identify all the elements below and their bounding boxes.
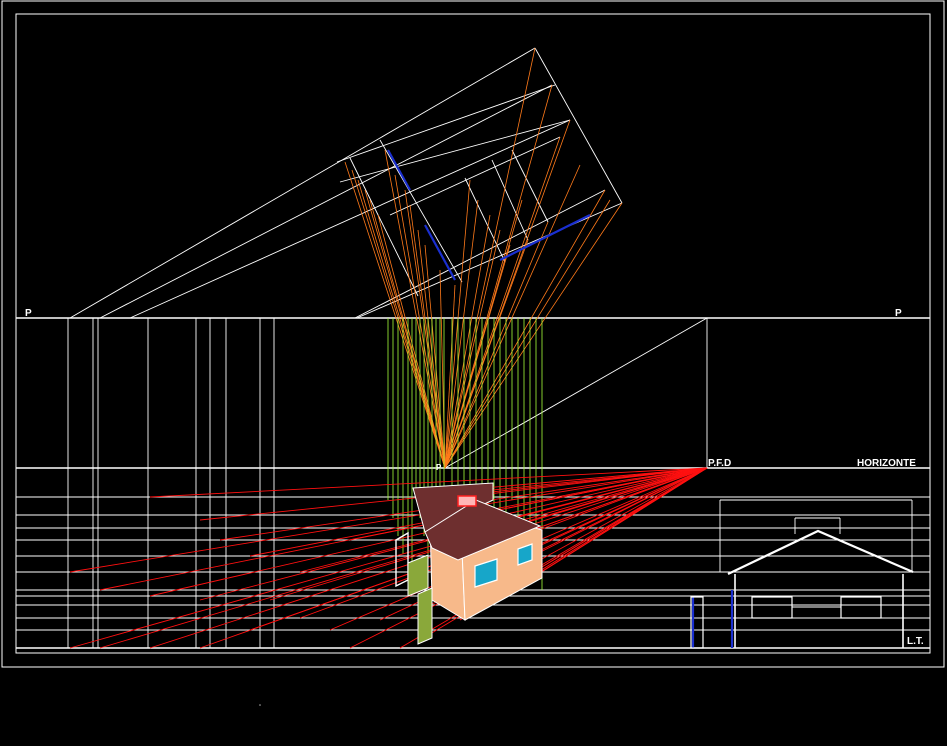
plan-edge: [129, 119, 571, 319]
orange-projector: [444, 189, 606, 469]
fence-panel-icon: [417, 587, 433, 645]
label-p-left: P: [25, 308, 32, 319]
orange-projector: [444, 229, 501, 469]
plan-edge: [336, 84, 556, 163]
label-p-right: P: [895, 308, 902, 319]
plan-inner-wall: [464, 177, 506, 263]
orange-projector: [417, 229, 446, 469]
stray-dot: [259, 704, 261, 706]
elevation-window-icon: [840, 596, 882, 619]
elevation-roof-outline: [727, 529, 914, 575]
plan-outline: [69, 47, 536, 319]
chimney-icon: [457, 495, 477, 507]
perspective-drawing: P P P.F.D HORIZONTE L.T. P: [1, 0, 945, 706]
label-lt: L.T.: [907, 636, 924, 647]
plan-inner-wall: [349, 157, 419, 297]
plan-inner-wall: [379, 139, 463, 283]
diagonal-construction: [444, 317, 708, 469]
plan-edge: [339, 119, 571, 183]
orange-projectors: [344, 47, 623, 469]
label-horizonte: HORIZONTE: [857, 458, 916, 469]
label-pfd: P.F.D: [708, 458, 731, 469]
label-vp: P: [436, 463, 442, 472]
orange-projector: [444, 136, 561, 469]
red-perspective-line: [69, 467, 708, 649]
plan-edge: [99, 84, 553, 319]
house-perspective: [395, 482, 543, 645]
orange-projector: [404, 189, 446, 469]
orange-projector: [444, 164, 581, 469]
orange-projector: [351, 169, 446, 469]
elevation-window-icon: [751, 596, 793, 619]
red-perspective-lines: [69, 467, 708, 649]
